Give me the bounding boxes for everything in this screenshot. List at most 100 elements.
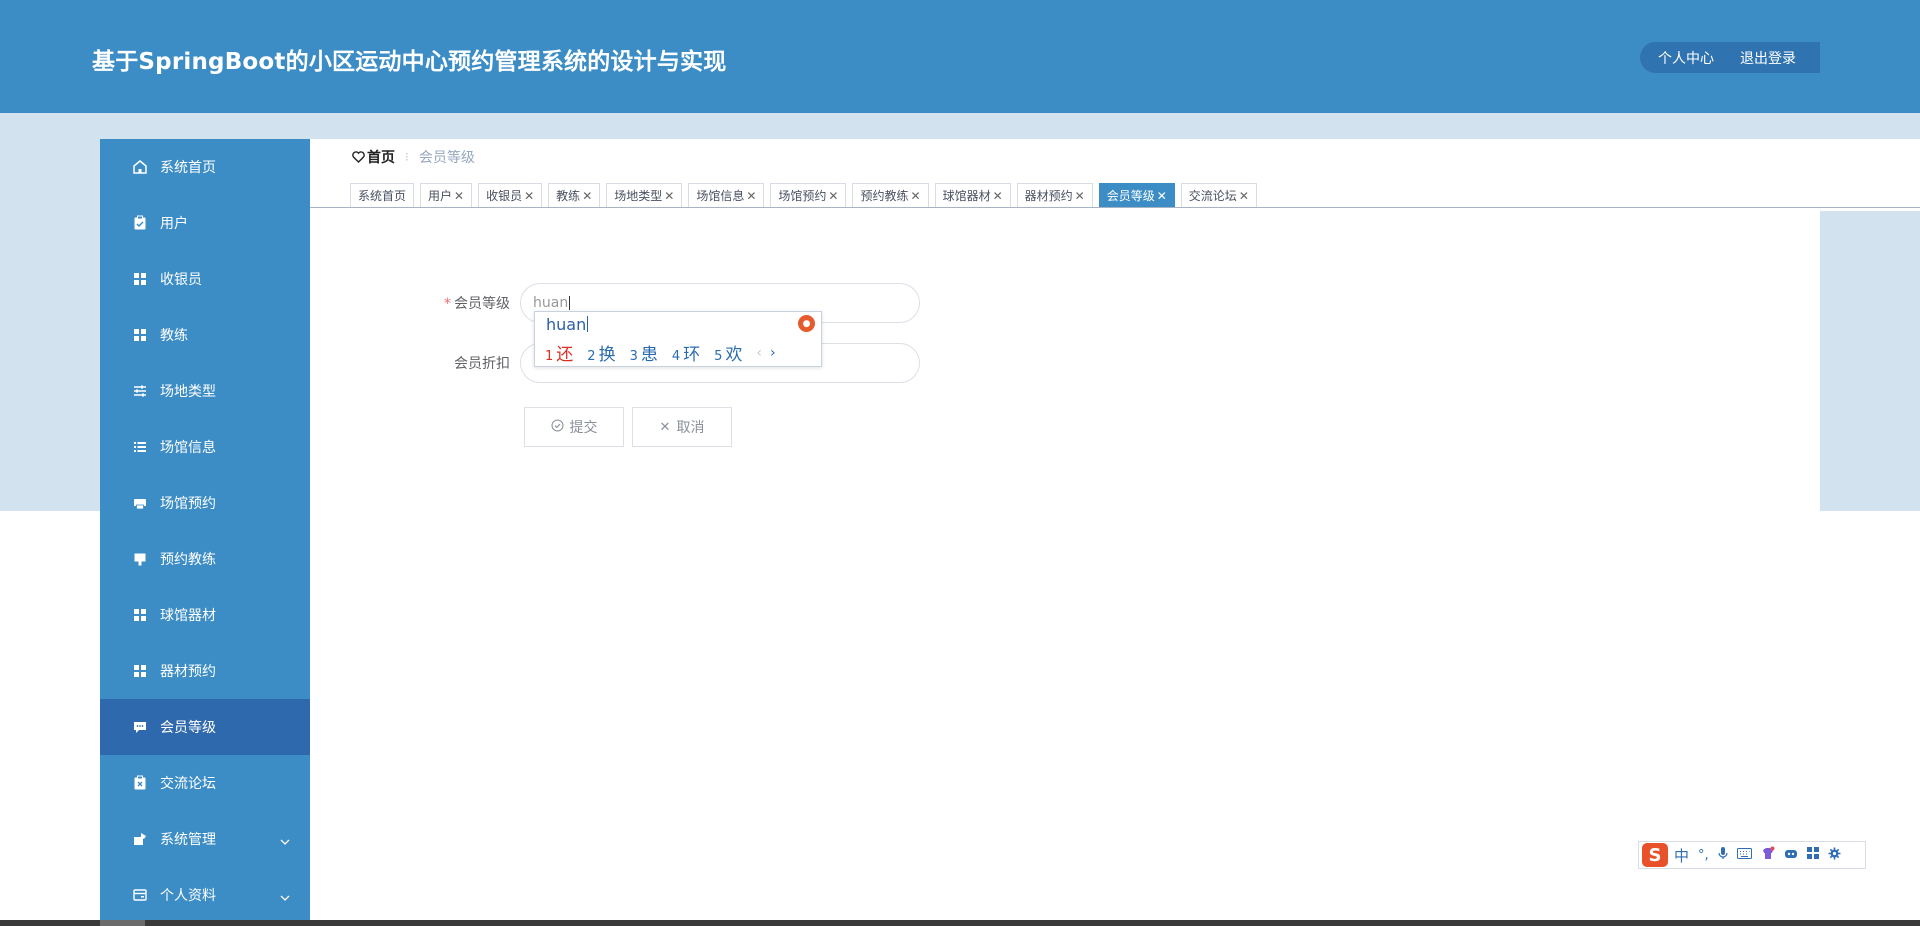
ime-logo-icon[interactable]: ● [798,315,815,332]
ime-candidate[interactable]: 4环 [672,340,700,365]
breadcrumb-separator: ⁝ [405,150,409,164]
tab-book-coach[interactable]: 预约教练 ✕ [852,183,929,208]
sidebar-item-profile[interactable]: 个人资料 [100,867,310,923]
heart-icon [352,151,365,163]
sidebar-item-cashier[interactable]: 收银员 [100,251,310,307]
close-icon[interactable]: ✕ [911,189,921,203]
sidebar-item-label: 球馆器材 [160,608,216,624]
close-icon[interactable]: ✕ [746,189,756,203]
tab-equipment-booking[interactable]: 器材预约 ✕ [1016,183,1093,208]
tab-venue-booking[interactable]: 场馆预约 ✕ [770,183,847,208]
tab-label: 球馆器材 [942,189,991,203]
sliders-icon [132,383,148,399]
close-icon[interactable]: ✕ [454,189,464,203]
keyboard-icon[interactable] [1736,847,1752,863]
grid-icon [132,327,148,343]
profile-link[interactable]: 个人中心 [1648,48,1724,68]
sidebar-item-coach[interactable]: 教练 [100,307,310,363]
close-icon[interactable]: ✕ [1157,189,1167,203]
ime-candidate-text: 换 [598,345,616,365]
close-icon[interactable]: ✕ [828,189,838,203]
sidebar-item-home[interactable]: 系统首页 [100,139,310,195]
tabs-divider [310,207,1920,208]
tab-cashier[interactable]: 收银员 ✕ [478,183,543,208]
ime-candidate[interactable]: 5欢 [714,340,742,365]
tab-forum[interactable]: 交流论坛 ✕ [1180,183,1257,208]
sidebar-item-venue-booking[interactable]: 场馆预约 [100,475,310,531]
close-icon[interactable]: ✕ [664,189,674,203]
grid-icon [132,271,148,287]
ime-candidate-number: 4 [671,349,681,364]
sidebar-item-equipment-booking[interactable]: 器材预约 [100,643,310,699]
main-header-extension [1820,139,1920,211]
close-icon[interactable]: ✕ [1075,189,1085,203]
close-icon[interactable]: ✕ [1239,189,1249,203]
breadcrumb-home[interactable]: 首页 [352,147,395,167]
submit-button[interactable]: 提交 [524,407,624,447]
card-icon [132,887,148,903]
tab-venue-type[interactable]: 场地类型 ✕ [606,183,683,208]
ime-candidate-number: 5 [714,349,723,364]
home-icon [132,159,148,175]
ime-candidate-number: 1 [545,349,554,364]
clipboard-icon [132,215,148,231]
tab-label: 教练 [556,189,581,203]
chat-icon [132,719,148,735]
logout-link[interactable]: 退出登录 [1730,48,1806,68]
cancel-button[interactable]: ✕ 取消 [632,407,732,447]
ime-brand-logo[interactable]: S [1642,843,1668,867]
ime-prev-page-button[interactable]: ‹ [756,345,762,361]
tab-label: 器材预约 [1024,189,1073,203]
sidebar-item-equipment[interactable]: 球馆器材 [100,587,310,643]
ime-candidate[interactable]: 1还 [545,340,573,365]
tab-label: 会员等级 [1106,189,1155,203]
tab-equipment[interactable]: 球馆器材 ✕ [934,183,1011,208]
close-icon[interactable]: ✕ [524,189,534,203]
tab-home[interactable]: 系统首页 [350,183,415,208]
app-title: 基于SpringBoot的小区运动中心预约管理系统的设计与实现 [92,49,727,75]
ime-candidate[interactable]: 2换 [587,340,615,365]
ime-punctuation-toggle[interactable]: °, [1698,848,1709,863]
skin-icon[interactable] [1761,846,1775,864]
ime-candidate-popup: huan ● 1还 2换 3患 4环 5欢 ‹ › [534,311,822,367]
tab-coach[interactable]: 教练 ✕ [548,183,601,208]
header-actions: 个人中心 退出登录 [1640,42,1820,73]
close-icon[interactable]: ✕ [582,189,592,203]
sidebar-item-label: 场馆预约 [160,496,216,512]
tab-label: 用户 [428,189,453,203]
list-icon [132,439,148,455]
microphone-icon[interactable] [1718,846,1728,864]
tab-label: 交流论坛 [1188,189,1237,203]
taskbar-item[interactable] [100,920,145,926]
ime-candidate[interactable]: 3患 [630,340,658,365]
tab-label: 场馆信息 [696,189,745,203]
chevron-down-icon [280,889,290,905]
sidebar-item-book-coach[interactable]: 预约教练 [100,531,310,587]
sidebar-item-venue-info[interactable]: 场馆信息 [100,419,310,475]
chalkboard-icon [132,551,148,567]
gear-icon[interactable] [1828,847,1841,864]
ime-next-page-button[interactable]: › [770,345,776,361]
sidebar-item-label: 场地类型 [160,384,216,400]
cancel-button-label: 取消 [676,420,705,436]
tab-venue-info[interactable]: 场馆信息 ✕ [688,183,765,208]
ime-composition: huan [546,315,589,334]
close-icon[interactable]: ✕ [993,189,1003,203]
sidebar-item-forum[interactable]: 交流论坛 [100,755,310,811]
sidebar-item-member-level[interactable]: 会员等级 [100,699,310,755]
robot-icon[interactable] [1784,847,1798,863]
sidebar-item-system-management[interactable]: 系统管理 [100,811,310,867]
member-level-input-value: huan [533,295,569,311]
sidebar-item-label: 交流论坛 [160,776,216,792]
ime-language-toggle[interactable]: 中 [1674,845,1689,866]
sidebar-item-venue-type[interactable]: 场地类型 [100,363,310,419]
apps-icon[interactable] [1806,847,1819,863]
ime-candidate-text: 环 [683,345,701,365]
grid-icon [132,607,148,623]
tab-member-level[interactable]: 会员等级 ✕ [1098,183,1175,208]
sidebar-item-users[interactable]: 用户 [100,195,310,251]
member-level-label: * 会员等级 [420,293,510,313]
grid-icon [132,663,148,679]
tab-label: 预约教练 [860,189,909,203]
tab-users[interactable]: 用户 ✕ [420,183,473,208]
